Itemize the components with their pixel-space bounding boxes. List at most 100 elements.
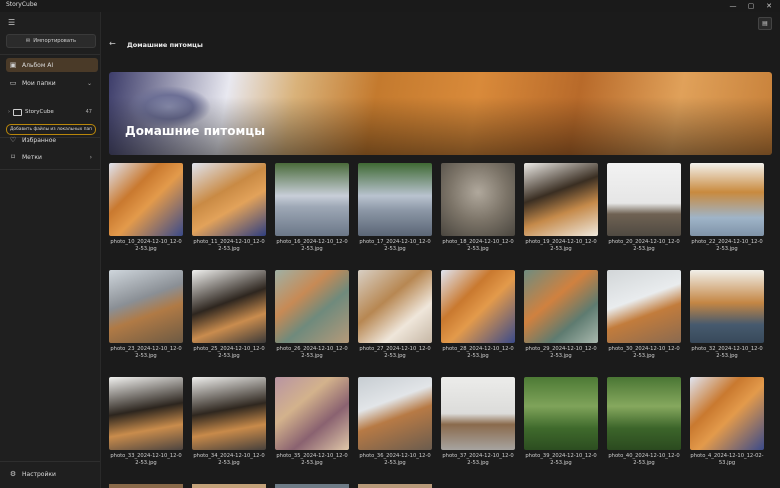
photo-filename: photo_39_2024-12-10_12-02-53.jpg — [525, 453, 597, 466]
photo-card[interactable]: photo_20_2024-12-10_12-02-53.jpg — [607, 163, 681, 253]
photo-card[interactable]: photo_16_2024-12-10_12-02-53.jpg — [275, 163, 349, 253]
photo-card[interactable]: photo_17_2024-12-10_12-02-53.jpg — [358, 163, 432, 253]
photo-card[interactable]: photo_28_2024-12-10_12-02-53.jpg — [441, 270, 515, 360]
sidebar-item-settings[interactable]: ⚙ Настройки — [6, 467, 98, 481]
sidebar-item-label: Настройки — [22, 470, 56, 478]
photo-thumbnail[interactable] — [441, 377, 515, 450]
photo-filename: photo_34_2024-12-10_12-02-53.jpg — [193, 453, 265, 466]
photo-thumbnail-partial[interactable] — [109, 484, 183, 488]
photo-thumbnail-partial[interactable] — [192, 484, 266, 488]
photo-thumbnail[interactable] — [690, 377, 764, 450]
main-content: ▤ ← Домашние питомцы Домашние питомцы ph… — [101, 12, 780, 488]
photo-thumbnail[interactable] — [275, 270, 349, 343]
photo-card[interactable]: photo_23_2024-12-10_12-02-53.jpg — [109, 270, 183, 360]
sidebar-item-label: Мои папки — [22, 79, 56, 87]
tag-icon: ⌑ — [11, 153, 15, 161]
import-button[interactable]: ✉ Импортировать — [6, 34, 96, 48]
page-title: Домашние питомцы — [127, 41, 203, 49]
sidebar-item-my-folders[interactable]: ▭ Мои папки ⌄ — [6, 76, 98, 90]
photo-card[interactable]: photo_19_2024-12-10_12-02-53.jpg — [524, 163, 598, 253]
chevron-down-icon[interactable]: ⌄ — [87, 80, 92, 87]
hamburger-menu-icon[interactable]: ☰ — [8, 18, 15, 27]
minimize-button[interactable]: — — [724, 0, 742, 12]
photo-filename: photo_28_2024-12-10_12-02-53.jpg — [442, 346, 514, 359]
tree-item-label: StoryCube — [25, 109, 54, 115]
photo-filename: photo_32_2024-12-10_12-02-53.jpg — [691, 346, 763, 359]
photo-filename: photo_26_2024-12-10_12-02-53.jpg — [276, 346, 348, 359]
close-button[interactable]: ✕ — [760, 0, 778, 12]
photo-card[interactable]: photo_36_2024-12-10_12-02-53.jpg — [358, 377, 432, 467]
photo-thumbnail[interactable] — [192, 163, 266, 236]
sidebar-item-favorites[interactable]: ♡ Избранное — [6, 133, 98, 147]
import-label: Импортировать — [33, 38, 77, 44]
photo-thumbnail[interactable] — [690, 270, 764, 343]
photo-filename: photo_19_2024-12-10_12-02-53.jpg — [525, 239, 597, 252]
photo-thumbnail[interactable] — [524, 377, 598, 450]
title-bar: StoryCube — ▢ ✕ — [0, 0, 780, 12]
photo-thumbnail-partial[interactable] — [358, 484, 432, 488]
import-icon: ✉ — [25, 38, 31, 44]
photo-card[interactable]: photo_26_2024-12-10_12-02-53.jpg — [275, 270, 349, 360]
photo-card[interactable]: photo_29_2024-12-10_12-02-53.jpg — [524, 270, 598, 360]
photo-filename: photo_17_2024-12-10_12-02-53.jpg — [359, 239, 431, 252]
maximize-button[interactable]: ▢ — [742, 0, 760, 12]
photo-card[interactable]: photo_34_2024-12-10_12-02-53.jpg — [192, 377, 266, 467]
photo-thumbnail[interactable] — [524, 163, 598, 236]
chevron-right-icon[interactable]: › — [8, 109, 10, 115]
photo-filename: photo_35_2024-12-10_12-02-53.jpg — [276, 453, 348, 466]
photo-filename: photo_22_2024-12-10_12-02-53.jpg — [691, 239, 763, 252]
photo-filename: photo_37_2024-12-10_12-02-53.jpg — [442, 453, 514, 466]
photo-card[interactable]: photo_40_2024-12-10_12-02-53.jpg — [607, 377, 681, 467]
photo-thumbnail[interactable] — [607, 270, 681, 343]
photo-thumbnail[interactable] — [607, 163, 681, 236]
tree-item-storycube[interactable]: › StoryCube 47 — [8, 107, 96, 117]
sidebar-divider — [0, 54, 100, 55]
album-icon: ▣ — [9, 61, 17, 69]
photo-thumbnail[interactable] — [690, 163, 764, 236]
photo-filename: photo_33_2024-12-10_12-02-53.jpg — [110, 453, 182, 466]
photo-card[interactable]: photo_37_2024-12-10_12-02-53.jpg — [441, 377, 515, 467]
photo-card[interactable]: photo_4_2024-12-10_12-02-53.jpg — [690, 377, 764, 467]
photo-card[interactable]: photo_25_2024-12-10_12-02-53.jpg — [192, 270, 266, 360]
photo-card[interactable]: photo_30_2024-12-10_12-02-53.jpg — [607, 270, 681, 360]
photo-thumbnail[interactable] — [109, 270, 183, 343]
photo-filename: photo_10_2024-12-10_12-02-53.jpg — [110, 239, 182, 252]
photo-card[interactable]: photo_27_2024-12-10_12-02-53.jpg — [358, 270, 432, 360]
back-arrow-icon[interactable]: ← — [109, 39, 116, 48]
photo-thumbnail[interactable] — [192, 270, 266, 343]
photo-thumbnail-partial[interactable] — [275, 484, 349, 488]
photo-card[interactable]: photo_33_2024-12-10_12-02-53.jpg — [109, 377, 183, 467]
heart-icon: ♡ — [9, 136, 17, 144]
tree-item-count: 47 — [85, 109, 92, 115]
sidebar-item-label: Избранное — [22, 136, 57, 144]
photo-thumbnail[interactable] — [524, 270, 598, 343]
photo-thumbnail[interactable] — [441, 270, 515, 343]
photo-card[interactable]: photo_10_2024-12-10_12-02-53.jpg — [109, 163, 183, 253]
chevron-right-icon[interactable]: › — [90, 154, 92, 161]
photo-card[interactable]: photo_22_2024-12-10_12-02-53.jpg — [690, 163, 764, 253]
photo-card[interactable]: photo_39_2024-12-10_12-02-53.jpg — [524, 377, 598, 467]
album-banner: Домашние питомцы — [109, 72, 772, 155]
gear-icon: ⚙ — [9, 470, 17, 478]
photo-card[interactable]: photo_11_2024-12-10_12-02-53.jpg — [192, 163, 266, 253]
photo-filename: photo_30_2024-12-10_12-02-53.jpg — [608, 346, 680, 359]
sidebar-item-ai-album[interactable]: ▣ Альбом AI — [6, 58, 98, 72]
photo-card[interactable]: photo_35_2024-12-10_12-02-53.jpg — [275, 377, 349, 467]
photo-thumbnail[interactable] — [358, 377, 432, 450]
sidebar-divider — [0, 169, 100, 170]
photo-thumbnail[interactable] — [441, 163, 515, 236]
photo-card[interactable]: photo_18_2024-12-10_12-02-53.jpg — [441, 163, 515, 253]
photo-thumbnail[interactable] — [109, 163, 183, 236]
photo-thumbnail[interactable] — [607, 377, 681, 450]
folder-icon: ▭ — [9, 79, 17, 87]
photo-card[interactable]: photo_32_2024-12-10_12-02-53.jpg — [690, 270, 764, 360]
view-toggle-button[interactable]: ▤ — [758, 17, 772, 30]
photo-thumbnail[interactable] — [109, 377, 183, 450]
photo-thumbnail[interactable] — [275, 163, 349, 236]
photo-thumbnail[interactable] — [358, 270, 432, 343]
photo-thumbnail[interactable] — [275, 377, 349, 450]
sidebar-item-tags[interactable]: ⌑ Метки › — [6, 150, 98, 164]
photo-filename: photo_36_2024-12-10_12-02-53.jpg — [359, 453, 431, 466]
photo-thumbnail[interactable] — [358, 163, 432, 236]
photo-thumbnail[interactable] — [192, 377, 266, 450]
